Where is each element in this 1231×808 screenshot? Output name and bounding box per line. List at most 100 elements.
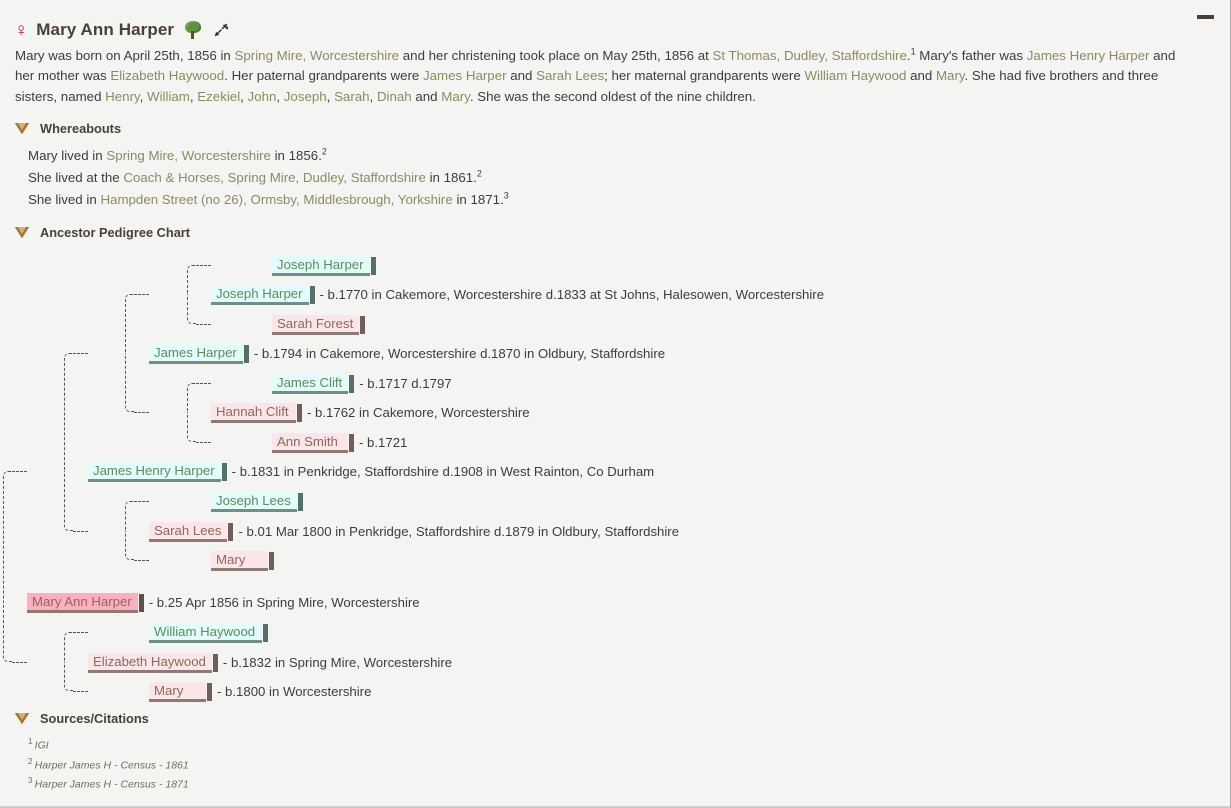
pedigree-connector: [125, 501, 135, 532]
whereabouts-entry: Mary lived in Spring Mire, Worcestershir…: [28, 145, 1230, 167]
citation-ref[interactable]: 3: [504, 191, 509, 201]
text-run: ,: [326, 88, 335, 104]
person-life-details: - b.1721: [359, 435, 408, 451]
person-name-link[interactable]: Joseph Lees: [211, 492, 297, 513]
person-name-link[interactable]: Hannah Clift: [211, 403, 296, 424]
pedigree-node: James Harper - b.1794 in Cakemore, Worces…: [149, 344, 665, 365]
entity-link[interactable]: Elizabeth Haywood: [110, 68, 224, 83]
person-name-link[interactable]: Joseph Harper: [211, 285, 309, 306]
text-run: in 1856.: [270, 148, 322, 164]
tree-icon[interactable]: [185, 21, 202, 39]
person-name-link[interactable]: Mary: [211, 551, 268, 572]
person-name-link[interactable]: Sarah Forest: [272, 315, 360, 336]
whereabouts-entry: She lived at the Coach & Horses, Spring …: [28, 167, 1230, 189]
node-endcap: [360, 315, 366, 334]
section-title-whereabouts: Whereabouts: [40, 121, 122, 137]
pedigree-connector: [3, 471, 13, 603]
citation-ref[interactable]: 2: [322, 147, 327, 157]
person-life-details: - b.1831 in Penkridge, Staffordshire d.1…: [231, 464, 655, 480]
collapse-triangle-icon[interactable]: [15, 713, 29, 725]
expand-arrows-icon[interactable]: [213, 22, 229, 38]
person-life-details: - b.01 Mar 1800 in Penkridge, Staffordsh…: [238, 524, 680, 540]
node-endcap: [263, 623, 268, 642]
person-name-link[interactable]: Joseph Harper: [272, 256, 370, 277]
entity-link[interactable]: Coach & Horses, Spring Mire, Dudley, Sta…: [123, 170, 426, 185]
node-endcap: [370, 256, 376, 275]
source-citation[interactable]: 1 IGI: [28, 734, 1230, 754]
pedigree-connector: [187, 294, 197, 325]
collapse-triangle-icon[interactable]: [15, 123, 29, 135]
pedigree-node: James Clift - b.1717 d.1797: [272, 374, 452, 395]
entity-link[interactable]: William Haywood: [804, 68, 906, 83]
biography-paragraph: Mary was born on April 25th, 1856 in Spr…: [0, 46, 1205, 107]
entity-link[interactable]: Joseph: [284, 89, 327, 104]
pedigree-connector: [187, 412, 197, 443]
entity-link[interactable]: Hampden Street (no 26), Ormsby, Middlesb…: [100, 192, 452, 207]
citation-number: 2: [28, 756, 35, 766]
entity-link[interactable]: Mary: [936, 68, 965, 83]
node-endcap: [349, 374, 355, 393]
text-run: Mary's father was: [915, 48, 1027, 63]
section-header-whereabouts[interactable]: Whereabouts: [0, 121, 1230, 136]
entity-link[interactable]: William: [147, 89, 190, 104]
node-endcap: [243, 344, 249, 363]
entity-link[interactable]: Sarah: [334, 89, 369, 104]
person-name-link[interactable]: Mary Ann Harper: [27, 593, 138, 614]
person-name-link[interactable]: Sarah Lees: [149, 522, 228, 543]
text-run: ,: [369, 88, 377, 104]
person-life-details: - b.1717 d.1797: [359, 376, 452, 392]
minimize-button[interactable]: [1197, 11, 1214, 21]
citation-ref[interactable]: 2: [477, 169, 482, 179]
entity-link[interactable]: St Thomas, Dudley, Staffordshire: [713, 48, 907, 63]
section-header-pedigree[interactable]: Ancestor Pedigree Chart: [0, 225, 1230, 240]
entity-link[interactable]: Mary: [441, 89, 470, 104]
entity-link[interactable]: Sarah Lees: [536, 68, 604, 83]
entity-link[interactable]: James Henry Harper: [1027, 48, 1150, 63]
text-run: She lived in: [28, 192, 101, 208]
section-header-sources[interactable]: Sources/Citations: [0, 711, 1230, 726]
entity-link[interactable]: Dinah: [377, 89, 412, 104]
person-name-link[interactable]: Ann Smith: [272, 433, 348, 454]
source-citation[interactable]: 2 Harper James H - Census - 1861: [28, 754, 1230, 774]
text-run: ,: [276, 88, 284, 104]
pedigree-connector: [73, 353, 88, 355]
text-run: and: [906, 68, 936, 84]
pedigree-connector: [64, 471, 74, 532]
entity-link[interactable]: Henry: [105, 89, 139, 104]
text-run: ; her maternal grandparents were: [604, 68, 805, 84]
person-life-details: - b.1762 in Cakemore, Worcestershire: [307, 405, 530, 421]
text-run: and: [506, 68, 537, 84]
section-title-sources: Sources/Citations: [40, 711, 149, 727]
node-endcap: [297, 492, 303, 511]
pedigree-node: James Henry Harper - b.1831 in Penkridge,…: [88, 462, 655, 483]
text-run: . Her paternal grandparents were: [224, 68, 424, 84]
pedigree-connector: [12, 471, 27, 473]
node-endcap: [269, 551, 274, 570]
node-endcap: [212, 653, 218, 672]
source-citation[interactable]: 3 Harper James H - Census - 1871: [28, 773, 1230, 793]
person-name-link[interactable]: James Harper: [149, 344, 243, 365]
entity-link[interactable]: Spring Mire, Worcestershire: [235, 48, 400, 63]
female-symbol-icon: ♀: [14, 19, 29, 41]
text-run: and: [411, 88, 442, 104]
collapse-triangle-icon[interactable]: [15, 227, 29, 239]
entity-link[interactable]: Ezekiel: [197, 89, 240, 104]
person-name-link[interactable]: James Henry Harper: [88, 462, 221, 483]
pedigree-connector: [125, 531, 135, 561]
node-endcap: [221, 462, 227, 481]
section-title-pedigree: Ancestor Pedigree Chart: [40, 225, 191, 241]
text-run: in 1861.: [425, 170, 477, 186]
citation-text: Harper James H - Census - 1861: [34, 759, 189, 772]
pedigree-connector: [134, 501, 149, 503]
pedigree-node: Hannah Clift - b.1762 in Cakemore, Worces…: [211, 403, 530, 424]
person-name-link[interactable]: James Clift: [272, 374, 349, 395]
pedigree-connector: [73, 691, 88, 693]
person-name-link[interactable]: William Haywood: [149, 623, 262, 644]
person-name-link[interactable]: Elizabeth Haywood: [88, 653, 212, 674]
entity-link[interactable]: John: [248, 89, 277, 104]
entity-link[interactable]: James Harper: [423, 68, 507, 83]
person-name-link[interactable]: Mary: [149, 682, 206, 703]
entity-link[interactable]: Spring Mire, Worcestershire: [106, 148, 271, 163]
person-life-details: - b.25 Apr 1856 in Spring Mire, Worceste…: [148, 595, 420, 611]
pedigree-connector: [196, 265, 211, 267]
